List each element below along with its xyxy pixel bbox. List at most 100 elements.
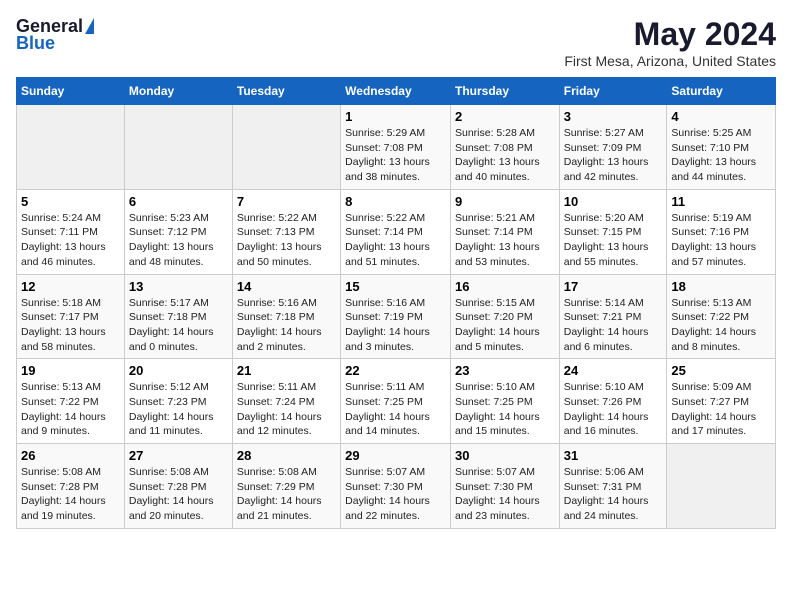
calendar-location: First Mesa, Arizona, United States bbox=[564, 53, 776, 69]
calendar-week-row: 26 Sunrise: 5:08 AMSunset: 7:28 PMDaylig… bbox=[17, 444, 776, 529]
calendar-cell: 3 Sunrise: 5:27 AMSunset: 7:09 PMDayligh… bbox=[559, 105, 667, 190]
calendar-cell: 6 Sunrise: 5:23 AMSunset: 7:12 PMDayligh… bbox=[124, 189, 232, 274]
calendar-cell: 14 Sunrise: 5:16 AMSunset: 7:18 PMDaylig… bbox=[232, 274, 340, 359]
day-info: Sunrise: 5:22 AMSunset: 7:13 PMDaylight:… bbox=[237, 211, 336, 270]
day-number: 6 bbox=[129, 194, 228, 209]
calendar-cell: 26 Sunrise: 5:08 AMSunset: 7:28 PMDaylig… bbox=[17, 444, 125, 529]
calendar-cell: 16 Sunrise: 5:15 AMSunset: 7:20 PMDaylig… bbox=[450, 274, 559, 359]
day-info: Sunrise: 5:13 AMSunset: 7:22 PMDaylight:… bbox=[671, 296, 771, 355]
day-info: Sunrise: 5:07 AMSunset: 7:30 PMDaylight:… bbox=[455, 465, 555, 524]
calendar-cell: 12 Sunrise: 5:18 AMSunset: 7:17 PMDaylig… bbox=[17, 274, 125, 359]
day-number: 18 bbox=[671, 279, 771, 294]
day-info: Sunrise: 5:16 AMSunset: 7:19 PMDaylight:… bbox=[345, 296, 446, 355]
calendar-cell: 17 Sunrise: 5:14 AMSunset: 7:21 PMDaylig… bbox=[559, 274, 667, 359]
day-info: Sunrise: 5:24 AMSunset: 7:11 PMDaylight:… bbox=[21, 211, 120, 270]
calendar-cell: 23 Sunrise: 5:10 AMSunset: 7:25 PMDaylig… bbox=[450, 359, 559, 444]
day-number: 23 bbox=[455, 363, 555, 378]
weekday-header-monday: Monday bbox=[124, 78, 232, 105]
day-info: Sunrise: 5:12 AMSunset: 7:23 PMDaylight:… bbox=[129, 380, 228, 439]
day-number: 5 bbox=[21, 194, 120, 209]
day-number: 9 bbox=[455, 194, 555, 209]
day-number: 29 bbox=[345, 448, 446, 463]
day-info: Sunrise: 5:14 AMSunset: 7:21 PMDaylight:… bbox=[564, 296, 663, 355]
day-number: 7 bbox=[237, 194, 336, 209]
calendar-cell: 29 Sunrise: 5:07 AMSunset: 7:30 PMDaylig… bbox=[341, 444, 451, 529]
day-number: 1 bbox=[345, 109, 446, 124]
calendar-cell: 18 Sunrise: 5:13 AMSunset: 7:22 PMDaylig… bbox=[667, 274, 776, 359]
calendar-week-row: 5 Sunrise: 5:24 AMSunset: 7:11 PMDayligh… bbox=[17, 189, 776, 274]
calendar-cell: 9 Sunrise: 5:21 AMSunset: 7:14 PMDayligh… bbox=[450, 189, 559, 274]
calendar-week-row: 19 Sunrise: 5:13 AMSunset: 7:22 PMDaylig… bbox=[17, 359, 776, 444]
calendar-cell: 19 Sunrise: 5:13 AMSunset: 7:22 PMDaylig… bbox=[17, 359, 125, 444]
day-info: Sunrise: 5:09 AMSunset: 7:27 PMDaylight:… bbox=[671, 380, 771, 439]
day-number: 26 bbox=[21, 448, 120, 463]
day-info: Sunrise: 5:21 AMSunset: 7:14 PMDaylight:… bbox=[455, 211, 555, 270]
day-info: Sunrise: 5:10 AMSunset: 7:25 PMDaylight:… bbox=[455, 380, 555, 439]
day-info: Sunrise: 5:20 AMSunset: 7:15 PMDaylight:… bbox=[564, 211, 663, 270]
day-info: Sunrise: 5:19 AMSunset: 7:16 PMDaylight:… bbox=[671, 211, 771, 270]
day-number: 22 bbox=[345, 363, 446, 378]
day-number: 17 bbox=[564, 279, 663, 294]
day-number: 15 bbox=[345, 279, 446, 294]
title-block: May 2024 First Mesa, Arizona, United Sta… bbox=[564, 16, 776, 69]
day-number: 3 bbox=[564, 109, 663, 124]
day-number: 4 bbox=[671, 109, 771, 124]
logo-blue-text: Blue bbox=[16, 33, 55, 54]
day-info: Sunrise: 5:08 AMSunset: 7:29 PMDaylight:… bbox=[237, 465, 336, 524]
day-info: Sunrise: 5:11 AMSunset: 7:25 PMDaylight:… bbox=[345, 380, 446, 439]
day-number: 27 bbox=[129, 448, 228, 463]
day-number: 31 bbox=[564, 448, 663, 463]
day-number: 10 bbox=[564, 194, 663, 209]
day-number: 19 bbox=[21, 363, 120, 378]
calendar-cell bbox=[667, 444, 776, 529]
day-number: 13 bbox=[129, 279, 228, 294]
day-info: Sunrise: 5:07 AMSunset: 7:30 PMDaylight:… bbox=[345, 465, 446, 524]
day-number: 2 bbox=[455, 109, 555, 124]
calendar-cell: 21 Sunrise: 5:11 AMSunset: 7:24 PMDaylig… bbox=[232, 359, 340, 444]
weekday-header-wednesday: Wednesday bbox=[341, 78, 451, 105]
calendar-title: May 2024 bbox=[564, 16, 776, 53]
calendar-cell: 30 Sunrise: 5:07 AMSunset: 7:30 PMDaylig… bbox=[450, 444, 559, 529]
calendar-cell: 10 Sunrise: 5:20 AMSunset: 7:15 PMDaylig… bbox=[559, 189, 667, 274]
weekday-header-thursday: Thursday bbox=[450, 78, 559, 105]
day-number: 16 bbox=[455, 279, 555, 294]
calendar-cell: 25 Sunrise: 5:09 AMSunset: 7:27 PMDaylig… bbox=[667, 359, 776, 444]
logo: General Blue bbox=[16, 16, 94, 54]
weekday-header-friday: Friday bbox=[559, 78, 667, 105]
page-header: General Blue May 2024 First Mesa, Arizon… bbox=[16, 16, 776, 69]
calendar-cell: 24 Sunrise: 5:10 AMSunset: 7:26 PMDaylig… bbox=[559, 359, 667, 444]
calendar-cell: 13 Sunrise: 5:17 AMSunset: 7:18 PMDaylig… bbox=[124, 274, 232, 359]
weekday-header-sunday: Sunday bbox=[17, 78, 125, 105]
day-number: 25 bbox=[671, 363, 771, 378]
calendar-cell: 31 Sunrise: 5:06 AMSunset: 7:31 PMDaylig… bbox=[559, 444, 667, 529]
weekday-header-row: SundayMondayTuesdayWednesdayThursdayFrid… bbox=[17, 78, 776, 105]
calendar-cell: 2 Sunrise: 5:28 AMSunset: 7:08 PMDayligh… bbox=[450, 105, 559, 190]
day-number: 30 bbox=[455, 448, 555, 463]
day-info: Sunrise: 5:22 AMSunset: 7:14 PMDaylight:… bbox=[345, 211, 446, 270]
day-info: Sunrise: 5:28 AMSunset: 7:08 PMDaylight:… bbox=[455, 126, 555, 185]
day-info: Sunrise: 5:17 AMSunset: 7:18 PMDaylight:… bbox=[129, 296, 228, 355]
calendar-table: SundayMondayTuesdayWednesdayThursdayFrid… bbox=[16, 77, 776, 529]
calendar-cell: 5 Sunrise: 5:24 AMSunset: 7:11 PMDayligh… bbox=[17, 189, 125, 274]
day-info: Sunrise: 5:06 AMSunset: 7:31 PMDaylight:… bbox=[564, 465, 663, 524]
calendar-cell: 8 Sunrise: 5:22 AMSunset: 7:14 PMDayligh… bbox=[341, 189, 451, 274]
day-info: Sunrise: 5:16 AMSunset: 7:18 PMDaylight:… bbox=[237, 296, 336, 355]
calendar-cell bbox=[124, 105, 232, 190]
day-info: Sunrise: 5:08 AMSunset: 7:28 PMDaylight:… bbox=[21, 465, 120, 524]
calendar-cell bbox=[17, 105, 125, 190]
calendar-cell: 20 Sunrise: 5:12 AMSunset: 7:23 PMDaylig… bbox=[124, 359, 232, 444]
day-info: Sunrise: 5:08 AMSunset: 7:28 PMDaylight:… bbox=[129, 465, 228, 524]
day-number: 11 bbox=[671, 194, 771, 209]
day-number: 24 bbox=[564, 363, 663, 378]
day-info: Sunrise: 5:15 AMSunset: 7:20 PMDaylight:… bbox=[455, 296, 555, 355]
calendar-cell: 7 Sunrise: 5:22 AMSunset: 7:13 PMDayligh… bbox=[232, 189, 340, 274]
calendar-cell: 27 Sunrise: 5:08 AMSunset: 7:28 PMDaylig… bbox=[124, 444, 232, 529]
day-info: Sunrise: 5:27 AMSunset: 7:09 PMDaylight:… bbox=[564, 126, 663, 185]
calendar-week-row: 1 Sunrise: 5:29 AMSunset: 7:08 PMDayligh… bbox=[17, 105, 776, 190]
weekday-header-saturday: Saturday bbox=[667, 78, 776, 105]
day-number: 21 bbox=[237, 363, 336, 378]
day-info: Sunrise: 5:10 AMSunset: 7:26 PMDaylight:… bbox=[564, 380, 663, 439]
calendar-cell: 11 Sunrise: 5:19 AMSunset: 7:16 PMDaylig… bbox=[667, 189, 776, 274]
calendar-cell: 28 Sunrise: 5:08 AMSunset: 7:29 PMDaylig… bbox=[232, 444, 340, 529]
day-info: Sunrise: 5:25 AMSunset: 7:10 PMDaylight:… bbox=[671, 126, 771, 185]
